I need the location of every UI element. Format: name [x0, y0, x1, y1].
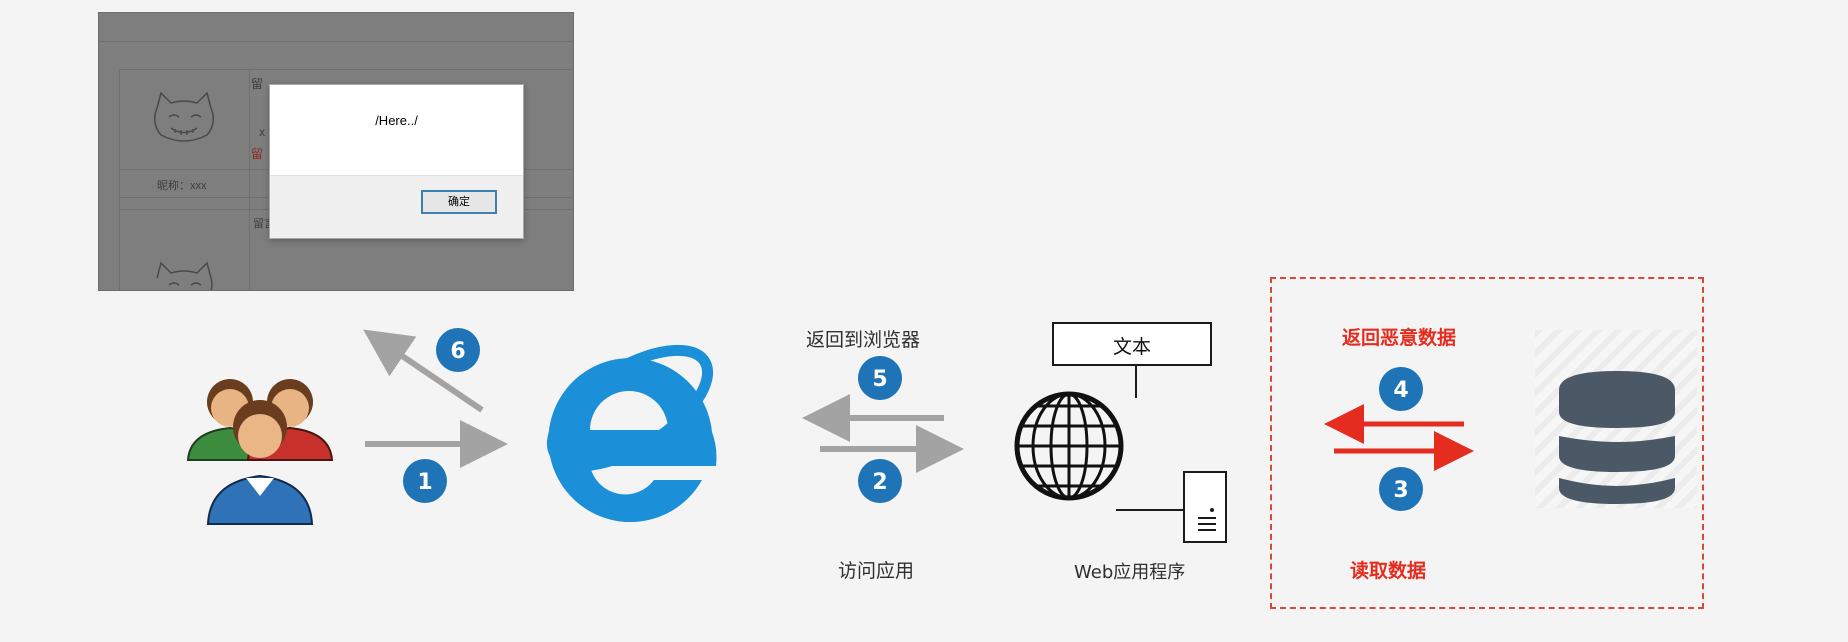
- globe-icon: [1014, 391, 1124, 501]
- svg-text:2: 2: [872, 470, 887, 495]
- visit-app-label: 访问应用: [838, 560, 915, 582]
- step-circle-1: 1: [403, 459, 447, 503]
- server-icon: [1116, 471, 1227, 543]
- step-circle-3: 3: [1379, 467, 1423, 511]
- diagram-graphics: 6 1 5 2 4 3: [186, 328, 1675, 543]
- read-data-label: 读取数据: [1350, 560, 1427, 582]
- web-app-label: Web应用程序: [1074, 562, 1186, 583]
- svg-text:6: 6: [450, 339, 465, 364]
- step-circle-4: 4: [1379, 367, 1423, 411]
- return-to-browser-label: 返回到浏览器: [806, 329, 921, 351]
- users-icon: [186, 379, 334, 525]
- svg-text:3: 3: [1393, 478, 1408, 503]
- step-circle-2: 2: [858, 459, 902, 503]
- database-icon: [1559, 371, 1675, 504]
- step-circle-5: 5: [858, 356, 902, 400]
- return-malicious-data-label: 返回恶意数据: [1342, 327, 1457, 349]
- step-circle-6: 6: [436, 328, 480, 372]
- svg-text:4: 4: [1393, 378, 1408, 403]
- svg-text:5: 5: [872, 367, 887, 392]
- svg-text:1: 1: [417, 470, 432, 495]
- internet-explorer-icon: [546, 344, 717, 523]
